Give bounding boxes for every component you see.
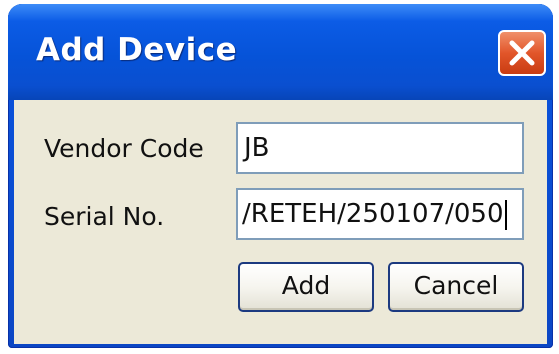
add-device-dialog: Add Device Vendor Code JB Serial No. /RE… [8,4,553,348]
close-button[interactable] [498,30,546,76]
vendor-code-label: Vendor Code [44,134,204,163]
cancel-button[interactable]: Cancel [388,262,524,312]
serial-no-input[interactable]: /RETEH/250107/050 [236,188,524,240]
add-button[interactable]: Add [238,262,374,312]
dialog-title: Add Device [36,32,238,68]
dialog-body: Vendor Code JB Serial No. /RETEH/250107/… [14,100,547,344]
vendor-code-input[interactable]: JB [236,122,524,174]
vendor-code-value: JB [244,133,270,163]
serial-no-value: /RETEH/250107/050 [242,199,504,229]
text-caret [504,199,507,230]
close-icon [509,40,535,66]
title-bar[interactable]: Add Device [8,4,553,100]
serial-no-label: Serial No. [44,202,165,231]
